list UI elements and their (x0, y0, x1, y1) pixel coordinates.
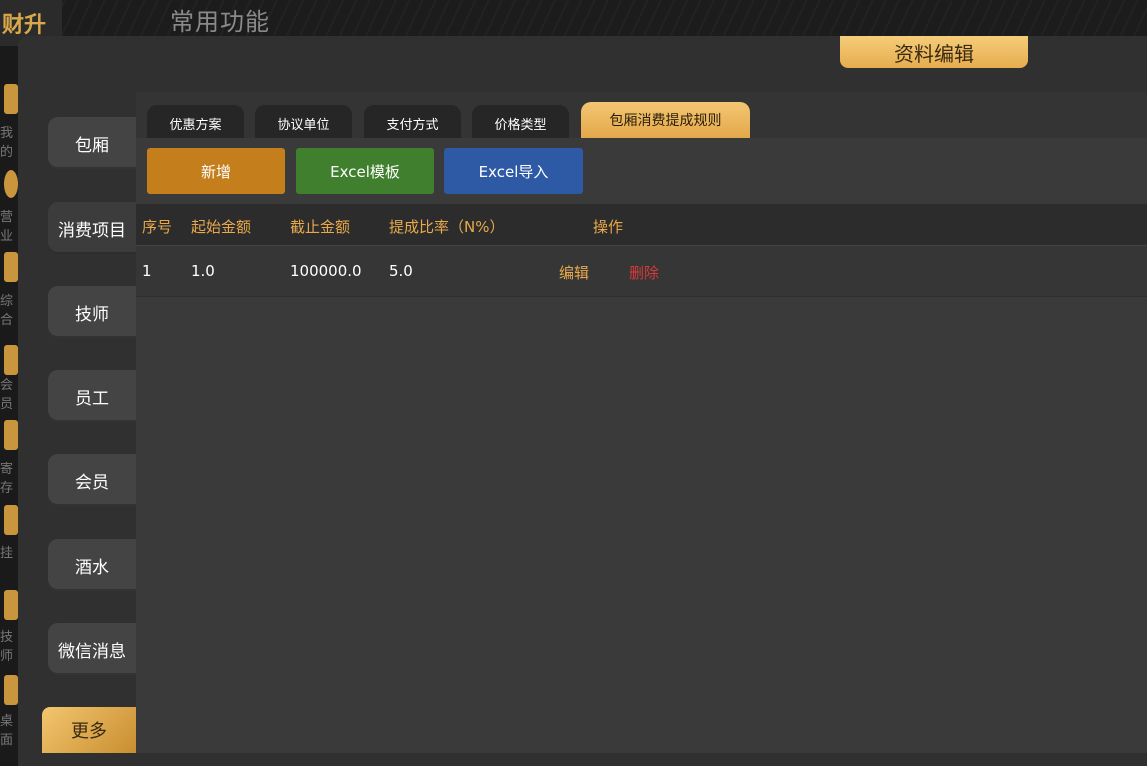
column-header-index: 序号 (142, 218, 173, 236)
background-label: 挂 (0, 546, 14, 561)
background-label: 营业 (0, 210, 14, 244)
content-panel: 优惠方案 协议单位 支付方式 价格类型 包厢消费提成规则 新增 Excel模板 … (136, 92, 1147, 753)
cell-start-amount: 1.0 (191, 262, 215, 280)
background-app-icon (4, 84, 18, 114)
excel-template-button[interactable]: Excel模板 (296, 148, 434, 194)
nav-item-label: 员工 (75, 388, 109, 409)
nav-item-drinks[interactable]: 酒水 (48, 539, 136, 591)
more-label: 更多 (71, 721, 107, 742)
tab-label: 支付方式 (386, 118, 439, 133)
nav-item-consumption[interactable]: 消费项目 (48, 202, 136, 254)
table-header: 序号 起始金额 截止金额 提成比率（N%） 操作 (136, 204, 1147, 246)
tab-price-types[interactable]: 价格类型 (472, 105, 569, 138)
nav-item-label: 酒水 (75, 557, 109, 578)
tab-partner-units[interactable]: 协议单位 (255, 105, 352, 138)
delete-link[interactable]: 删除 (629, 262, 659, 283)
background-app-icon (4, 170, 18, 198)
tab-room-commission-rules[interactable]: 包厢消费提成规则 (581, 102, 750, 138)
nav-item-member[interactable]: 会员 (48, 454, 136, 506)
background-app-icon (4, 675, 18, 705)
cell-end-amount: 100000.0 (290, 262, 362, 280)
nav-item-technician[interactable]: 技师 (48, 286, 136, 338)
tab-label: 价格类型 (494, 118, 547, 133)
nav-item-label: 消费项目 (58, 220, 126, 241)
nav-item-label: 技师 (75, 304, 109, 325)
nav-item-room[interactable]: 包厢 (48, 117, 136, 169)
nav-item-label: 微信消息 (58, 641, 126, 662)
tab-payment-methods[interactable]: 支付方式 (364, 105, 461, 138)
background-label: 综合 (0, 294, 14, 328)
background-label: 会员 (0, 378, 14, 412)
background-app-icon (4, 505, 18, 535)
add-button[interactable]: 新增 (147, 148, 285, 194)
background-app-icon (4, 420, 18, 450)
background-label: 技师 (0, 630, 14, 664)
background-label: 我的 (0, 126, 14, 160)
tab-discount-plans[interactable]: 优惠方案 (147, 105, 244, 138)
nav-item-staff[interactable]: 员工 (48, 370, 136, 422)
tab-label: 协议单位 (277, 118, 330, 133)
table-row: 1 1.0 100000.0 5.0 编辑 删除 (136, 246, 1147, 297)
dialog-title: 资料编辑 (840, 36, 1028, 68)
nav-item-label: 包厢 (75, 135, 109, 156)
tab-bar: 优惠方案 协议单位 支付方式 价格类型 包厢消费提成规则 (136, 92, 1147, 138)
background-app-icon (4, 252, 18, 282)
background-app-icon (4, 345, 18, 375)
nav-item-label: 会员 (75, 472, 109, 493)
background-app-icon (4, 590, 18, 620)
column-header-start-amount: 起始金额 (191, 218, 252, 236)
page-title: 常用功能 (170, 8, 270, 36)
column-header-actions: 操作 (593, 218, 624, 236)
tab-label: 优惠方案 (169, 118, 222, 133)
edit-link[interactable]: 编辑 (559, 262, 589, 283)
more-button[interactable]: 更多 (42, 707, 136, 753)
column-header-commission-rate: 提成比率（N%） (389, 218, 505, 236)
background-label: 寄存 (0, 462, 14, 496)
excel-import-button[interactable]: Excel导入 (444, 148, 583, 194)
column-header-end-amount: 截止金额 (290, 218, 351, 236)
cell-commission-rate: 5.0 (389, 262, 413, 280)
nav-item-wechat[interactable]: 微信消息 (48, 623, 136, 675)
tab-label: 包厢消费提成规则 (609, 113, 722, 129)
logo-text: 财升 (2, 13, 47, 38)
background-label: 桌面 (0, 714, 14, 748)
cell-index: 1 (142, 262, 152, 280)
